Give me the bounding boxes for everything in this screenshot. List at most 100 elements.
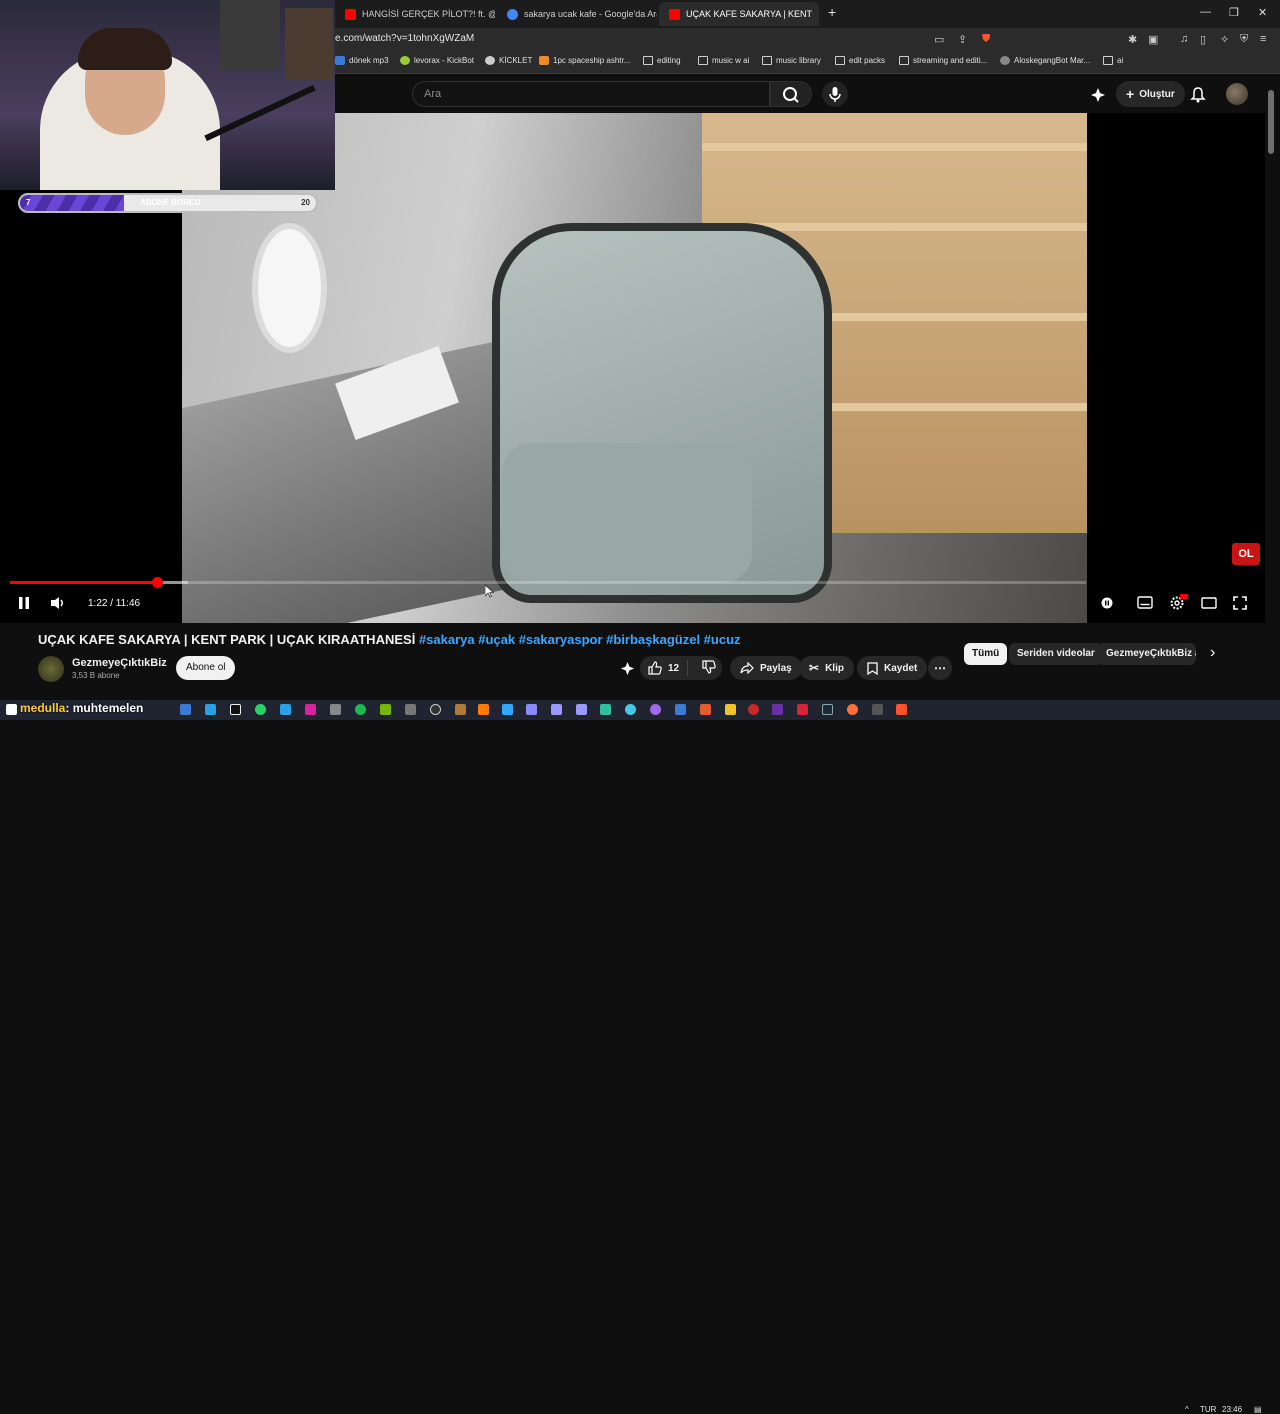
- create-button[interactable]: + Oluştur: [1116, 81, 1185, 107]
- app-icon[interactable]: [700, 704, 711, 715]
- new-tab-button[interactable]: +: [828, 4, 836, 20]
- chevron-right-icon[interactable]: ›: [1210, 644, 1215, 662]
- keyboard-language[interactable]: TUR: [1200, 1405, 1216, 1414]
- channel-avatar[interactable]: [38, 656, 64, 682]
- share-button[interactable]: Paylaş: [730, 656, 802, 680]
- autoplay-toggle-icon[interactable]: [1101, 597, 1117, 609]
- app-icon[interactable]: [772, 704, 783, 715]
- ai-sparkle-icon[interactable]: [620, 661, 635, 676]
- illustrator-icon[interactable]: [478, 704, 489, 715]
- bookmark-aloskegangbot[interactable]: AloskegangBot Mar...: [1000, 56, 1090, 65]
- url-field[interactable]: e.com/watch?v=1tohnXgWZaM: [335, 33, 474, 44]
- steam-icon[interactable]: [822, 704, 833, 715]
- photoshop-icon[interactable]: [502, 704, 513, 715]
- maximize-button[interactable]: ❐: [1229, 6, 1239, 19]
- vpn-icon[interactable]: ⛨: [1240, 33, 1248, 46]
- app-icon[interactable]: [330, 704, 341, 715]
- progress-scrubber[interactable]: [151, 577, 163, 588]
- bookmark-ai[interactable]: ai: [1103, 56, 1123, 65]
- app-icon[interactable]: [725, 704, 736, 715]
- tiktok-icon[interactable]: [230, 704, 241, 715]
- save-button[interactable]: Kaydet: [857, 656, 928, 680]
- menu-icon[interactable]: ≡: [1260, 33, 1266, 45]
- spotify-icon[interactable]: [355, 704, 366, 715]
- like-dislike-group: 12: [640, 656, 722, 680]
- subscribe-watermark[interactable]: OL: [1232, 543, 1260, 565]
- obs-icon[interactable]: [430, 704, 441, 715]
- app-icon[interactable]: [797, 704, 808, 715]
- notifications-icon[interactable]: ▤: [1254, 1405, 1262, 1414]
- page-scrollbar[interactable]: [1268, 90, 1274, 154]
- theater-mode-icon[interactable]: [1201, 597, 1217, 609]
- subtitles-icon[interactable]: [1137, 596, 1153, 609]
- brave-shield-icon[interactable]: ⛊: [982, 33, 990, 46]
- volume-icon[interactable]: [50, 596, 66, 610]
- account-avatar[interactable]: [1226, 83, 1248, 105]
- search-button[interactable]: [770, 81, 812, 107]
- clock[interactable]: 23:46: [1222, 1405, 1242, 1414]
- media-encoder-icon[interactable]: [526, 704, 537, 715]
- extensions-icon[interactable]: ✱: [1128, 33, 1137, 46]
- tab-pilot-video[interactable]: HANGİSİ GERÇEK PİLOT?! ft. @AyriS...: [335, 2, 495, 26]
- fullscreen-icon[interactable]: [1233, 596, 1247, 610]
- subscribe-button[interactable]: Abone ol: [176, 656, 236, 680]
- search-input[interactable]: Ara: [412, 81, 770, 107]
- close-window-button[interactable]: ✕: [1258, 6, 1267, 19]
- bookmark-streaming[interactable]: streaming and editi...: [899, 56, 987, 65]
- premiere-icon[interactable]: [576, 704, 587, 715]
- close-tab-icon[interactable]: ✕: [818, 8, 819, 21]
- whatsapp-icon[interactable]: [255, 704, 266, 715]
- app-icon[interactable]: [625, 704, 636, 715]
- bookmark-spaceship[interactable]: 1pc spaceship ashtr...: [539, 56, 630, 65]
- share-icon[interactable]: ⇪: [958, 33, 967, 46]
- bookmark-edit-packs[interactable]: edit packs: [835, 56, 885, 65]
- bookmark-music-w-ai[interactable]: music w ai: [698, 56, 749, 65]
- dislike-button[interactable]: [694, 659, 724, 677]
- bookmark-donek-mp3[interactable]: dönek mp3: [335, 56, 389, 65]
- bookmark-editing[interactable]: editing: [643, 56, 681, 65]
- app-icon[interactable]: [872, 704, 883, 715]
- telegram-icon[interactable]: [280, 704, 291, 715]
- after-effects-icon[interactable]: [551, 704, 562, 715]
- app-icon[interactable]: [205, 704, 216, 715]
- tray-chevron-icon[interactable]: ^: [1185, 1405, 1189, 1414]
- ai-sparkle-icon[interactable]: ✧: [1220, 33, 1229, 46]
- windows-start-icon[interactable]: [6, 704, 17, 715]
- music-icon[interactable]: ♫: [1180, 33, 1188, 45]
- app-icon[interactable]: [405, 704, 416, 715]
- wallet-icon[interactable]: ▣: [1148, 33, 1158, 46]
- app-icon[interactable]: [455, 704, 466, 715]
- bookmark-kicklet[interactable]: KİCKLET: [485, 56, 532, 65]
- video-hashtags[interactable]: #sakarya #uçak #sakaryaspor #birbaşkagüz…: [419, 632, 741, 647]
- firefox-icon[interactable]: [847, 704, 858, 715]
- sidebar-icon[interactable]: ▯: [1200, 33, 1206, 46]
- pause-icon[interactable]: [18, 597, 30, 609]
- notifications-bell-icon[interactable]: [1190, 86, 1206, 103]
- chip-channel[interactable]: GezmeyeÇıktıkBiz ad: [1098, 643, 1196, 665]
- ai-sparkle-icon[interactable]: [1090, 87, 1106, 103]
- tab-google-search[interactable]: sakarya ucak kafe - Google'da Ara: [497, 2, 657, 26]
- like-button[interactable]: 12: [640, 660, 689, 676]
- more-actions-button[interactable]: ⋯: [928, 656, 952, 680]
- cast-icon[interactable]: ▭: [934, 33, 944, 46]
- instagram-icon[interactable]: [305, 704, 316, 715]
- airplane-window: [252, 223, 327, 353]
- app-icon[interactable]: [650, 704, 661, 715]
- voice-search-button[interactable]: [822, 81, 848, 107]
- brave-icon[interactable]: [896, 704, 907, 715]
- bookmark-kickbot[interactable]: levorax - KickBot: [400, 56, 474, 65]
- bookmark-music-library[interactable]: music library: [762, 56, 821, 65]
- thumbs-up-icon: [648, 661, 662, 675]
- app-icon[interactable]: [675, 704, 686, 715]
- chip-all[interactable]: Tümü: [964, 643, 1008, 665]
- tab-active-video[interactable]: UÇAK KAFE SAKARYA | KENT ✕: [659, 2, 819, 26]
- chip-series[interactable]: Seriden videolar: [1009, 643, 1103, 665]
- progress-bar[interactable]: [10, 577, 1086, 588]
- app-icon[interactable]: [180, 704, 191, 715]
- minimize-button[interactable]: —: [1200, 6, 1211, 18]
- app-icon[interactable]: [748, 704, 759, 715]
- clip-button[interactable]: ✂ Klip: [799, 656, 854, 680]
- channel-name[interactable]: GezmeyeÇıktıkBiz: [72, 657, 167, 669]
- nvidia-icon[interactable]: [380, 704, 391, 715]
- audition-icon[interactable]: [600, 704, 611, 715]
